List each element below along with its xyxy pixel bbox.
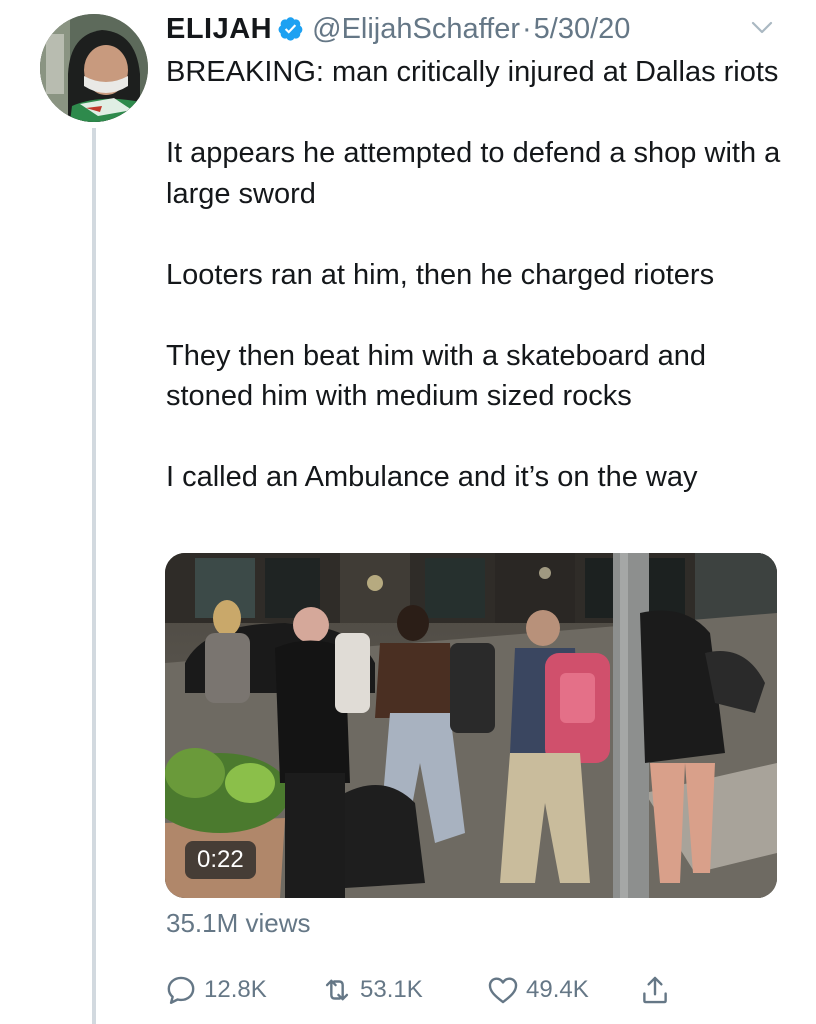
- retweet-icon: [325, 979, 349, 1001]
- reply-count: 12.8K: [204, 976, 267, 1003]
- verified-badge-icon: [278, 17, 303, 41]
- reply-button[interactable]: 12.8K: [164, 970, 267, 1010]
- share-button[interactable]: [638, 970, 678, 1010]
- retweet-button[interactable]: 53.1K: [320, 970, 423, 1010]
- header-separator: ·: [521, 12, 532, 45]
- reply-icon: [167, 976, 195, 1004]
- like-button[interactable]: 49.4K: [486, 970, 589, 1010]
- share-icon: [643, 976, 667, 1004]
- video-player[interactable]: 0:22: [165, 553, 777, 898]
- retweet-count: 53.1K: [360, 976, 423, 1003]
- avatar[interactable]: [40, 14, 148, 122]
- like-count: 49.4K: [526, 976, 589, 1003]
- tweet-date[interactable]: 5/30/20: [534, 13, 631, 46]
- tweet-actions: 12.8K 53.1K 49.4K: [160, 970, 720, 1010]
- tweet-header: ELIJAH @ElijahSchaffer · 5/30/20: [166, 8, 630, 50]
- thread-connector-line: [92, 128, 96, 1024]
- video-thumbnail: [165, 553, 777, 898]
- author-name[interactable]: ELIJAH: [166, 13, 272, 46]
- view-count: 35.1M views: [166, 908, 311, 938]
- video-duration-badge: 0:22: [185, 841, 256, 879]
- tweet-text: BREAKING: man critically injured at Dall…: [166, 56, 781, 493]
- chevron-down-icon[interactable]: [750, 20, 774, 36]
- heart-icon: [488, 977, 518, 1004]
- author-handle[interactable]: @ElijahSchaffer: [312, 13, 520, 46]
